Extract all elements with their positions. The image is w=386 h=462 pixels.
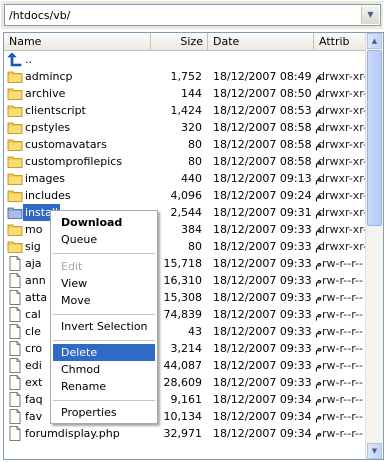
menu-separator	[53, 314, 155, 315]
menu-item-delete[interactable]: Delete	[53, 344, 155, 361]
menu-item-properties[interactable]: Properties	[53, 404, 155, 421]
folder-icon	[7, 71, 23, 83]
column-header: Name Size Date Attrib	[4, 33, 366, 51]
chevron-down-icon: ▼	[367, 10, 374, 19]
table-row[interactable]: admincp 1,752 18/12/2007 08:49 م drwxr-x…	[4, 68, 374, 85]
chevron-up-icon: ▲	[371, 37, 378, 45]
folder-icon	[7, 139, 23, 151]
file-icon	[9, 324, 21, 339]
file-icon	[9, 273, 21, 288]
folder-icon	[7, 241, 23, 253]
folder-icon	[7, 173, 23, 185]
chevron-down-icon: ▼	[371, 447, 378, 455]
file-icon	[9, 358, 21, 373]
table-row[interactable]: includes 4,096 18/12/2007 09:24 م drwxr-…	[4, 187, 374, 204]
menu-item-edit: Edit	[61, 260, 83, 273]
file-icon	[9, 341, 21, 356]
file-icon	[9, 256, 21, 271]
column-attrib[interactable]: Attrib	[314, 33, 366, 50]
menu-item-queue[interactable]: Queue	[53, 231, 155, 248]
menu-item-download[interactable]: Download	[53, 214, 155, 231]
file-icon	[9, 392, 21, 407]
table-row[interactable]: cpstyles 320 18/12/2007 08:58 م drwxr-xr…	[4, 119, 374, 136]
table-row[interactable]: clientscript 1,424 18/12/2007 08:53 م dr…	[4, 102, 374, 119]
menu-item-move[interactable]: Move	[53, 292, 155, 309]
folder-icon	[7, 156, 23, 168]
table-row[interactable]: customavatars 80 18/12/2007 08:58 م drwx…	[4, 136, 374, 153]
table-row[interactable]: forumdisplay.php 32,971 18/12/2007 09:34…	[4, 425, 366, 442]
column-date[interactable]: Date	[208, 33, 314, 50]
folder-icon	[7, 190, 23, 202]
menu-separator	[53, 340, 155, 341]
scroll-down-button[interactable]: ▼	[367, 443, 382, 459]
menu-item-invert-selection[interactable]: Invert Selection	[53, 318, 155, 335]
scroll-up-button[interactable]: ▲	[367, 33, 382, 49]
column-name[interactable]: Name	[4, 33, 151, 50]
folder-icon	[7, 224, 23, 236]
file-icon	[9, 375, 21, 390]
path-text: /htdocs/vb/	[9, 9, 71, 22]
menu-item-rename[interactable]: Rename	[53, 378, 155, 395]
file-icon	[9, 307, 21, 322]
file-icon	[9, 426, 21, 441]
table-row[interactable]: archive 144 18/12/2007 08:50 م drwxr-xr-…	[4, 85, 374, 102]
folder-icon	[7, 122, 23, 134]
up-arrow-icon	[7, 52, 22, 67]
menu-separator	[53, 253, 155, 254]
table-row[interactable]: images 440 18/12/2007 09:13 م drwxr-xr-x	[4, 170, 374, 187]
table-row[interactable]: customprofilepics 80 18/12/2007 08:58 م …	[4, 153, 374, 170]
path-bar: /htdocs/vb/ ▼	[1, 1, 383, 29]
folder-icon	[7, 207, 23, 219]
file-icon	[9, 409, 21, 424]
vertical-scrollbar[interactable]: ▲ ▼	[365, 33, 383, 459]
folder-icon	[7, 105, 23, 117]
file-icon	[9, 290, 21, 305]
column-size[interactable]: Size	[151, 33, 208, 50]
context-menu: Download Queue Edit View Move Invert Sel…	[50, 210, 158, 424]
menu-item-view[interactable]: View	[53, 275, 155, 292]
folder-icon	[7, 88, 23, 100]
path-combobox[interactable]: /htdocs/vb/ ▼	[4, 4, 381, 26]
path-dropdown-button[interactable]: ▼	[361, 6, 379, 24]
menu-item-chmod[interactable]: Chmod	[53, 361, 155, 378]
table-row-parent[interactable]: ..	[4, 51, 366, 68]
scroll-thumb[interactable]	[367, 50, 382, 226]
menu-separator	[53, 400, 155, 401]
